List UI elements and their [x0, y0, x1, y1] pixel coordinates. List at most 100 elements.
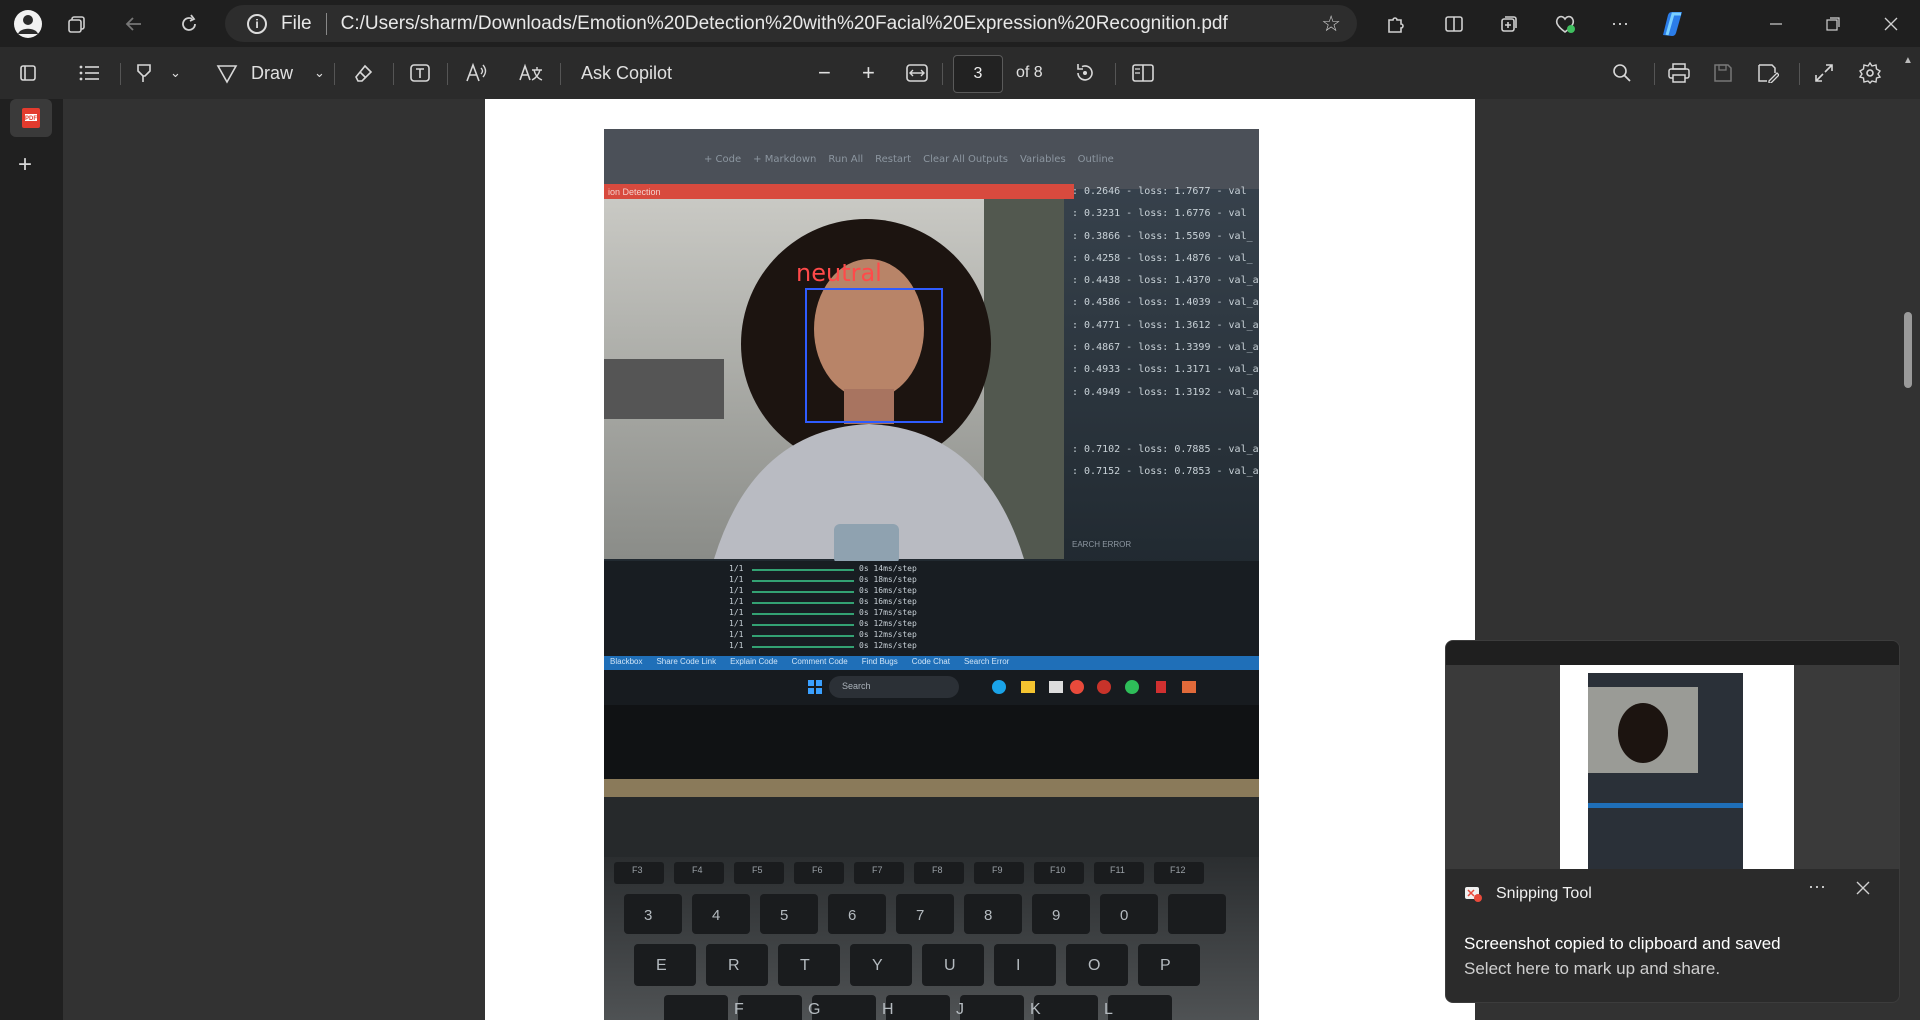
page-view-icon[interactable] [1131, 56, 1155, 90]
address-url[interactable]: C:/Users/sharm/Downloads/Emotion%20Detec… [341, 13, 1228, 35]
step-time: 0s 12ms/step [859, 641, 917, 650]
translate-icon[interactable] [518, 56, 544, 90]
tab-pdf-document[interactable]: PDF [10, 99, 52, 137]
minimize-icon[interactable] [1760, 8, 1792, 40]
draw-label: Draw [251, 62, 294, 83]
key-label: O [1088, 957, 1101, 974]
step-time: 0s 16ms/step [859, 586, 917, 595]
workspaces-icon[interactable] [61, 8, 93, 40]
highlight-dropdown-chevron-icon[interactable]: ⌄ [170, 56, 181, 90]
notification-sub-message: Select here to mark up and share. [1464, 959, 1721, 978]
vertical-scrollbar[interactable]: ▲ [1900, 55, 1916, 1015]
key-label: 0 [1120, 907, 1129, 924]
status-item: Search Error [963, 657, 1010, 666]
log-gap [1072, 404, 1259, 439]
snipping-tool-app-icon [1465, 887, 1482, 902]
step-count: 1/1 [729, 641, 744, 650]
address-scheme-label: File [281, 12, 312, 34]
ask-copilot-button[interactable]: Ask Copilot [581, 56, 672, 90]
log-line: : 0.3231 - loss: 1.6776 - val [1072, 208, 1247, 220]
key-label: P [1160, 957, 1171, 974]
camera-window-title: ion Detection [608, 187, 661, 197]
key-label: 4 [712, 907, 721, 924]
log-line: : 0.4933 - loss: 1.3171 - val_acc [1072, 364, 1259, 376]
save-icon[interactable] [1713, 56, 1733, 90]
status-item: Explain Code [730, 657, 778, 666]
status-item: Code Chat [911, 657, 950, 666]
new-tab-plus-icon[interactable]: + [18, 151, 32, 179]
search-error-label: EARCH ERROR [1072, 540, 1132, 549]
preview-browser-chrome [1446, 641, 1899, 665]
embedded-photo: + Code + Markdown Run All Restart Clear … [604, 129, 1259, 1020]
add-text-icon[interactable] [409, 56, 431, 90]
windows-start-icon [808, 680, 822, 694]
step-count: 1/1 [729, 564, 744, 573]
site-info-icon[interactable]: i [247, 13, 267, 34]
key-label: R [728, 957, 740, 974]
log-line: : 0.4438 - loss: 1.4370 - val_a [1072, 275, 1259, 287]
split-screen-icon[interactable] [1438, 8, 1470, 40]
close-icon[interactable] [1875, 8, 1907, 40]
step-time: 0s 18ms/step [859, 575, 917, 584]
pdf-file-icon: PDF [22, 108, 40, 128]
full-screen-icon[interactable] [1814, 56, 1834, 90]
search-icon[interactable] [1612, 56, 1632, 90]
status-item: Blackbox [610, 657, 643, 666]
scroll-up-arrow-icon[interactable]: ▲ [1903, 55, 1913, 66]
read-aloud-icon[interactable] [465, 56, 489, 90]
toolbar-separator [120, 63, 121, 85]
sidebar-toggle-icon[interactable] [18, 56, 38, 90]
notification-more-icon[interactable]: ⋯ [1808, 877, 1826, 898]
toolbar-separator [393, 63, 394, 85]
print-icon[interactable] [1668, 56, 1690, 90]
log-line: : 0.4771 - loss: 1.3612 - val_ac [1072, 319, 1259, 331]
copilot-icon[interactable] [1656, 8, 1688, 40]
settings-gear-icon[interactable] [1859, 56, 1881, 90]
log-line: : 0.4258 - loss: 1.4876 - val_ [1072, 252, 1253, 264]
notebook-toolbar-item: Variables [1019, 154, 1066, 165]
key-label: F5 [752, 865, 763, 875]
favorite-star-icon[interactable]: ☆ [1321, 11, 1341, 37]
key-label: K [1030, 1001, 1041, 1018]
zoom-in-icon[interactable]: + [862, 56, 875, 90]
eraser-icon[interactable] [352, 56, 374, 90]
key-label: F12 [1170, 865, 1186, 875]
log-line: : 0.7102 - loss: 0.7885 - val_accu [1072, 443, 1259, 455]
draw-dropdown-chevron-icon[interactable]: ⌄ [314, 56, 325, 90]
preview-status-bar [1588, 803, 1743, 808]
zoom-out-icon[interactable]: − [818, 56, 831, 90]
key-label: F [734, 1001, 744, 1018]
scrollbar-thumb[interactable] [1904, 312, 1912, 388]
rotate-icon[interactable] [1074, 56, 1096, 90]
collections-icon[interactable] [1493, 8, 1525, 40]
toolbar-separator [1654, 63, 1655, 85]
highlight-icon[interactable] [133, 56, 155, 90]
step-count: 1/1 [729, 630, 744, 639]
profile-icon[interactable] [12, 8, 44, 40]
key-label: I [1016, 957, 1021, 974]
key-label: 8 [984, 907, 993, 924]
table-of-contents-icon[interactable] [78, 56, 100, 90]
browser-essentials-icon[interactable] [1549, 8, 1581, 40]
extensions-icon[interactable] [1379, 8, 1411, 40]
step-count: 1/1 [729, 597, 744, 606]
key-label: F11 [1110, 865, 1125, 875]
page-number-input[interactable]: 3 [953, 55, 1003, 93]
refresh-icon[interactable] [173, 8, 205, 40]
key-label: L [1104, 1001, 1113, 1018]
draw-button[interactable]: Draw [215, 56, 293, 90]
save-as-icon[interactable] [1757, 56, 1779, 90]
snipping-tool-notification[interactable]: Snipping Tool ⋯ Screenshot copied to cli… [1445, 640, 1900, 1003]
address-bar[interactable]: i File C:/Users/sharm/Downloads/Emotion%… [225, 5, 1357, 42]
step-time: 0s 14ms/step [859, 564, 917, 573]
notebook-toolbar-item: Restart [875, 154, 912, 165]
notification-close-icon[interactable] [1856, 881, 1870, 900]
step-count: 1/1 [729, 575, 744, 584]
screenshot-preview[interactable] [1446, 641, 1899, 869]
toolbar-separator [560, 63, 561, 85]
more-icon[interactable]: ⋯ [1604, 8, 1636, 40]
fit-to-width-icon[interactable] [906, 56, 928, 90]
notebook-toolbar: + Code + Markdown Run All Restart Clear … [704, 154, 1114, 165]
back-icon[interactable] [118, 8, 150, 40]
restore-icon[interactable] [1817, 8, 1849, 40]
